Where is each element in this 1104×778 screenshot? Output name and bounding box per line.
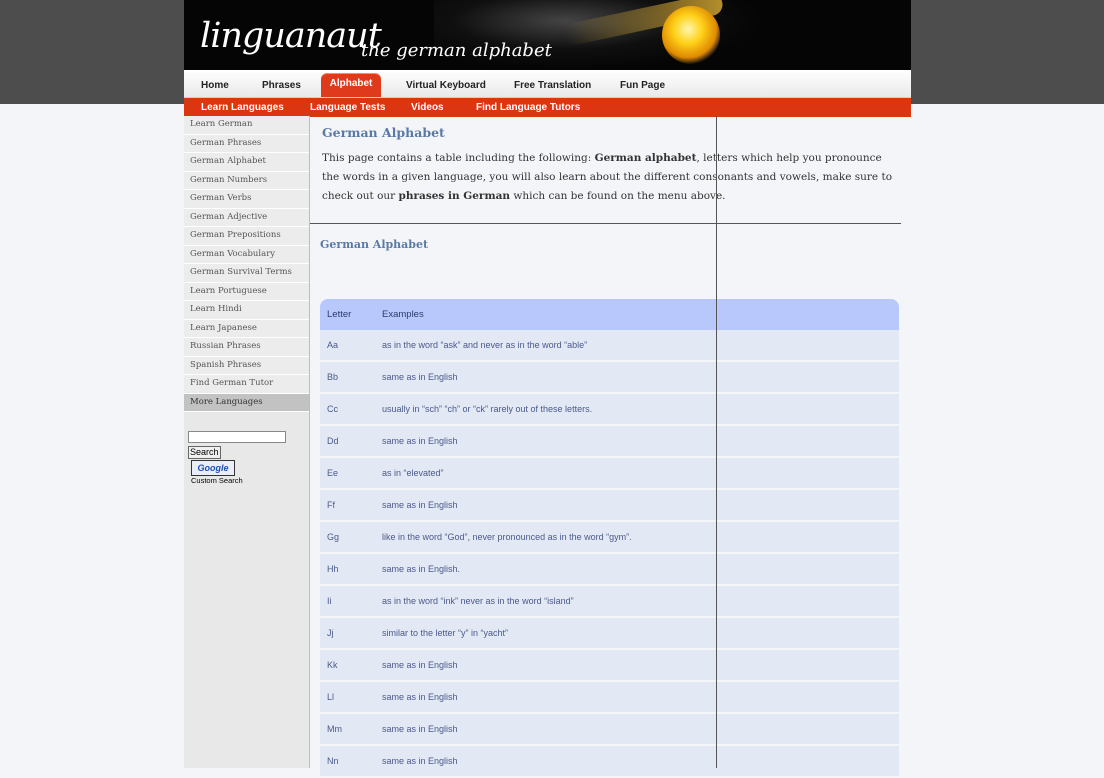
example-cell: same as in English bbox=[382, 500, 458, 510]
example-cell: same as in English bbox=[382, 724, 458, 734]
tab-virtual-keyboard[interactable]: Virtual Keyboard bbox=[406, 75, 486, 97]
example-cell: as in the word “ink” never as in the wor… bbox=[382, 596, 574, 606]
letter-cell: Cc bbox=[327, 404, 338, 414]
custom-search-label: Custom Search bbox=[191, 476, 243, 485]
sidebar-item[interactable]: Spanish Phrases bbox=[184, 356, 309, 375]
table-row: Cc usually in “sch” “ch” or “ck” rarely o… bbox=[320, 394, 899, 426]
sidebar-item[interactable]: Learn Portuguese bbox=[184, 282, 309, 301]
letter-cell: Aa bbox=[327, 340, 339, 350]
letter-cell: Ii bbox=[327, 596, 332, 606]
sidebar-item[interactable]: Learn German bbox=[184, 116, 309, 135]
sidebar-item[interactable]: German Adjective bbox=[184, 208, 309, 227]
table-row: Ii as in the word “ink” never as in the w… bbox=[320, 586, 899, 618]
letter-cell: Jj bbox=[327, 628, 334, 638]
table-row: Hh same as in English. bbox=[320, 554, 899, 586]
tab-fun-page[interactable]: Fun Page bbox=[620, 75, 665, 97]
subnav-find-language-tutors[interactable]: Find Language Tutors bbox=[476, 98, 580, 117]
tab-phrases[interactable]: Phrases bbox=[262, 75, 301, 97]
example-cell: similar to the letter “y” in “yacht” bbox=[382, 628, 509, 638]
letter-cell: Ee bbox=[327, 468, 339, 478]
example-cell: as in the word “ask” and never as in the… bbox=[382, 340, 588, 350]
main-content: German Alphabet This page contains a tab… bbox=[310, 116, 901, 778]
table-header: Letter Examples bbox=[320, 299, 899, 330]
table-row: Aa as in the word “ask” and never as in t… bbox=[320, 330, 899, 362]
sidebar-list: Learn German German Phrases German Alphabe… bbox=[184, 116, 309, 412]
table-row: Ee as in “elevated” bbox=[320, 458, 899, 490]
subnav-language-tests[interactable]: Language Tests bbox=[310, 98, 385, 117]
site-logo[interactable]: linguanaut bbox=[200, 16, 382, 56]
section-title: German Alphabet bbox=[320, 238, 429, 251]
example-cell: same as in English bbox=[382, 660, 458, 670]
sidebar-item[interactable]: Learn Japanese bbox=[184, 319, 309, 338]
site-header: linguanaut the german alphabet bbox=[184, 0, 911, 70]
table-row: Ll same as in English bbox=[320, 682, 899, 714]
table-row: Gg like in the word “God”, never pronounc… bbox=[320, 522, 899, 554]
sidebar-item[interactable]: Find German Tutor bbox=[184, 375, 309, 394]
table-row: Bb same as in English bbox=[320, 362, 899, 394]
sidebar-item[interactable]: German Prepositions bbox=[184, 227, 309, 246]
sidebar-item[interactable]: German Survival Terms bbox=[184, 264, 309, 283]
intro-bold-german-alphabet: German alphabet bbox=[594, 152, 697, 164]
sidebar-item[interactable]: Learn Hindi bbox=[184, 301, 309, 320]
letter-cell: Ll bbox=[327, 692, 335, 702]
example-cell: as in “elevated” bbox=[382, 468, 444, 478]
content-right-border bbox=[716, 116, 717, 768]
table-row: Jj similar to the letter “y” in “yacht” bbox=[320, 618, 899, 650]
intro-link-phrases-in-german[interactable]: phrases in German bbox=[399, 190, 510, 202]
letter-cell: Bb bbox=[327, 372, 339, 382]
sub-nav: Learn Languages Language Tests Videos Fi… bbox=[184, 98, 911, 117]
intro-text-3: which can be found on the menu above. bbox=[510, 190, 726, 202]
search-input[interactable] bbox=[188, 431, 286, 443]
site-subtitle: the german alphabet bbox=[361, 40, 552, 61]
example-cell: same as in English bbox=[382, 372, 458, 382]
sidebar-item[interactable]: German Numbers bbox=[184, 171, 309, 190]
alphabet-table: Letter Examples Aa as in the word “ask” a… bbox=[320, 299, 899, 778]
table-body: Aa as in the word “ask” and never as in t… bbox=[320, 330, 899, 778]
letter-cell: Hh bbox=[327, 564, 339, 574]
intro-paragraph: This page contains a table including the… bbox=[322, 149, 892, 206]
subnav-learn-languages[interactable]: Learn Languages bbox=[201, 98, 284, 117]
tab-alphabet[interactable]: Alphabet bbox=[321, 73, 381, 97]
letter-cell: Mm bbox=[327, 724, 342, 734]
sidebar-item[interactable]: More Languages bbox=[184, 393, 309, 412]
header-glowing-orb-icon bbox=[662, 6, 720, 64]
sidebar-item[interactable]: German Alphabet bbox=[184, 153, 309, 172]
sidebar-item[interactable]: Russian Phrases bbox=[184, 338, 309, 357]
example-cell: same as in English. bbox=[382, 564, 461, 574]
table-row: Dd same as in English bbox=[320, 426, 899, 458]
column-header-examples: Examples bbox=[382, 309, 424, 320]
page-wrapper: linguanaut the german alphabet Home Phra… bbox=[184, 0, 911, 778]
content-divider bbox=[310, 223, 901, 224]
example-cell: like in the word “God”, never pronounced… bbox=[382, 532, 632, 542]
page-title: German Alphabet bbox=[322, 125, 445, 140]
sidebar-item[interactable]: German Phrases bbox=[184, 134, 309, 153]
letter-cell: Gg bbox=[327, 532, 340, 542]
letter-cell: Kk bbox=[327, 660, 338, 670]
table-row: Mm same as in English bbox=[320, 714, 899, 746]
search-button[interactable]: Search bbox=[188, 446, 221, 459]
intro-text-1: This page contains a table including the… bbox=[322, 152, 595, 164]
table-row: Ff same as in English bbox=[320, 490, 899, 522]
letter-cell: Dd bbox=[327, 436, 339, 446]
subnav-videos[interactable]: Videos bbox=[411, 98, 444, 117]
google-logo: Google bbox=[191, 460, 235, 476]
example-cell: usually in “sch” “ch” or “ck” rarely out… bbox=[382, 404, 593, 414]
example-cell: same as in English bbox=[382, 692, 458, 702]
sidebar-item[interactable]: German Verbs bbox=[184, 190, 309, 209]
letter-cell: Nn bbox=[327, 756, 339, 766]
table-row: Nn same as in English bbox=[320, 746, 899, 778]
example-cell: same as in English bbox=[382, 436, 458, 446]
example-cell: same as in English bbox=[382, 756, 458, 766]
tab-free-translation[interactable]: Free Translation bbox=[514, 75, 591, 97]
tab-home[interactable]: Home bbox=[201, 75, 229, 97]
sidebar-item[interactable]: German Vocabulary bbox=[184, 245, 309, 264]
sidebar: Learn German German Phrases German Alphabe… bbox=[184, 116, 310, 768]
column-header-letter: Letter bbox=[327, 309, 352, 320]
main-nav: Home Phrases Alphabet Virtual Keyboard F… bbox=[184, 70, 911, 98]
table-row: Kk same as in English bbox=[320, 650, 899, 682]
letter-cell: Ff bbox=[327, 500, 335, 510]
